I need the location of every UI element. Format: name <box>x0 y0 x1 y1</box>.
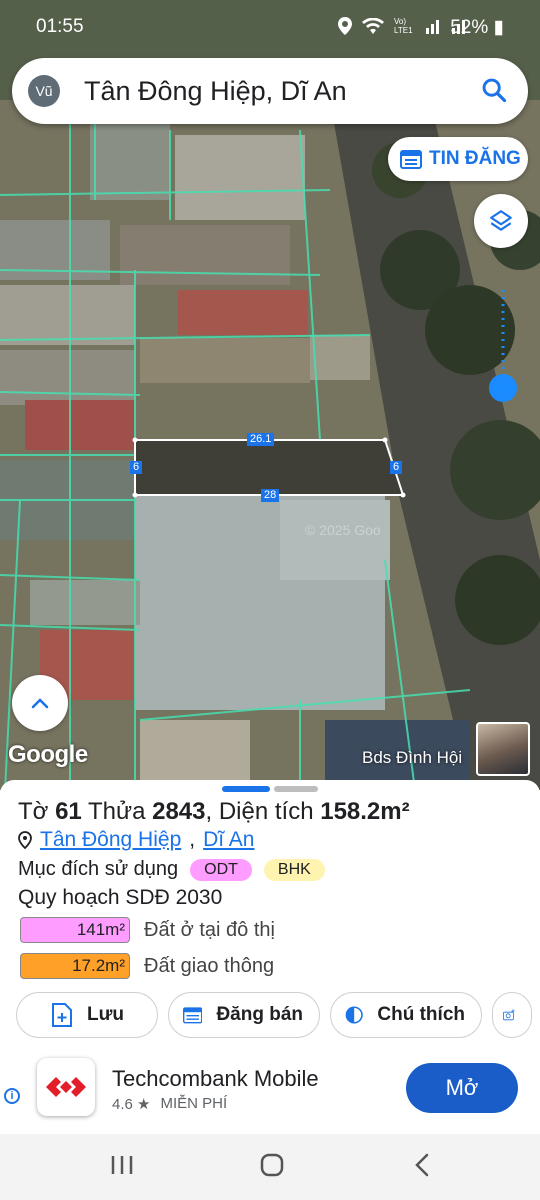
layers-button[interactable] <box>474 194 528 248</box>
parcel-location: Tân Đông Hiệp, Dĩ An <box>18 828 254 852</box>
ad-app-name: Techcombank Mobile <box>112 1066 319 1091</box>
chevron-up-icon <box>31 698 49 709</box>
add-file-icon <box>52 1003 72 1027</box>
plan-title: Quy hoạch SDĐ 2030 <box>18 886 223 909</box>
plan-area-label: Đất giao thông <box>144 954 275 977</box>
dim-right-label: 6 <box>390 461 403 474</box>
map-watermark: © 2025 Goo <box>305 522 381 538</box>
sheet-handle[interactable] <box>274 786 318 792</box>
dim-left-label: 6 <box>130 461 143 474</box>
calendar-icon <box>183 1007 203 1024</box>
search-bar[interactable]: Vũ Tân Đông Hiệp, Dĩ An <box>12 58 528 124</box>
sheet-handle-active[interactable] <box>222 786 270 792</box>
tin-dang-button[interactable]: TIN ĐĂNG <box>388 137 528 181</box>
location-separator: , <box>189 828 196 851</box>
purpose-tag-bhk[interactable]: BHK <box>263 858 325 881</box>
ad-meta: 4.6 ★ MIỄN PHÍ <box>112 1095 227 1113</box>
district-link[interactable]: Dĩ An <box>203 828 254 852</box>
calendar-list-icon <box>400 150 422 169</box>
wifi-icon <box>362 18 384 34</box>
map-view[interactable]: 26.1 6 6 28 © 2025 Goo 01:55 Vo) LTE1 52… <box>0 0 540 790</box>
area-label: , Diện tích <box>205 798 314 825</box>
save-label: Lưu <box>87 1004 124 1025</box>
signal-icon <box>426 20 439 34</box>
battery-level: 52% ▮ <box>450 17 504 38</box>
purpose-label: Mục đích sử dụng <box>18 858 179 880</box>
area-value: 158.2m² <box>320 798 410 825</box>
parcel-title: Tờ 61 Thửa 2843, Diện tích 158.2m² <box>18 798 410 826</box>
ad-open-button[interactable]: Mở <box>406 1063 518 1113</box>
status-icons: Vo) LTE1 <box>338 17 468 35</box>
search-query[interactable]: Tân Đông Hiệp, Dĩ An <box>84 76 347 107</box>
add-photo-icon <box>503 1009 515 1021</box>
lte-label: Vo) LTE1 <box>394 17 413 35</box>
purpose-tag-odt[interactable]: ODT <box>190 858 252 881</box>
search-icon[interactable] <box>480 76 508 104</box>
ward-link[interactable]: Tân Đông Hiệp <box>40 828 181 852</box>
owner-name[interactable]: Bds Đình Hội <box>362 748 462 768</box>
location-icon <box>338 17 352 35</box>
camera-button[interactable] <box>492 992 532 1038</box>
ad-rating: 4.6 ★ <box>112 1096 151 1113</box>
ad-price: MIỄN PHÍ <box>160 1095 228 1112</box>
plan-area-badge: 141m² <box>20 917 130 943</box>
ad-info-icon[interactable]: i <box>4 1088 20 1104</box>
back-icon[interactable] <box>412 1152 432 1178</box>
techcombank-logo-mark <box>46 1077 86 1097</box>
home-icon[interactable] <box>259 1152 285 1178</box>
owner-avatar[interactable] <box>476 722 530 776</box>
techcombank-logo <box>37 1058 95 1116</box>
sheet-number: 61 <box>55 798 82 825</box>
contrast-icon <box>345 1006 363 1024</box>
save-button[interactable]: Lưu <box>16 992 158 1038</box>
sell-label: Đăng bán <box>216 1004 303 1025</box>
parcel-info-sheet: Tờ 61 Thửa 2843, Diện tích 158.2m² Tân Đ… <box>0 780 540 1050</box>
plan-area-label: Đất ở tại đô thị <box>144 918 275 941</box>
legend-label: Chú thích <box>377 1004 465 1025</box>
system-nav-bar <box>0 1134 540 1200</box>
plan-row-traffic: 17.2m² Đất giao thông <box>20 953 274 979</box>
ad-banner[interactable]: i Techcombank Mobile 4.6 ★ MIỄN PHÍ Mở <box>0 1052 540 1134</box>
sheet-label: Tờ <box>18 798 49 825</box>
status-time: 01:55 <box>36 16 84 37</box>
opacity-slider-handle[interactable] <box>489 374 517 402</box>
layers-icon <box>490 210 512 231</box>
recent-apps-icon[interactable] <box>110 1152 134 1178</box>
status-bar: 01:55 Vo) LTE1 52% ▮ <box>0 0 540 50</box>
action-row: Lưu Đăng bán Chú thích <box>16 992 532 1038</box>
location-pin-icon <box>18 831 32 849</box>
parcel-label: Thửa <box>88 798 146 825</box>
battery-icon: ▮ <box>493 17 504 38</box>
user-avatar[interactable]: Vũ <box>28 75 60 107</box>
plan-area-badge: 17.2m² <box>20 953 130 979</box>
dim-top-label: 26.1 <box>247 433 275 446</box>
sell-button[interactable]: Đăng bán <box>168 992 320 1038</box>
parcel-number: 2843 <box>152 798 206 825</box>
google-logo: Google <box>8 741 88 768</box>
collapse-button[interactable] <box>12 675 68 731</box>
tin-dang-label: TIN ĐĂNG <box>429 148 521 169</box>
legend-button[interactable]: Chú thích <box>330 992 482 1038</box>
plan-row-residential: 141m² Đất ở tại đô thị <box>20 917 275 943</box>
land-use-purpose: Mục đích sử dụng ODT BHK <box>18 858 325 881</box>
dim-bottom-label: 28 <box>261 489 280 502</box>
